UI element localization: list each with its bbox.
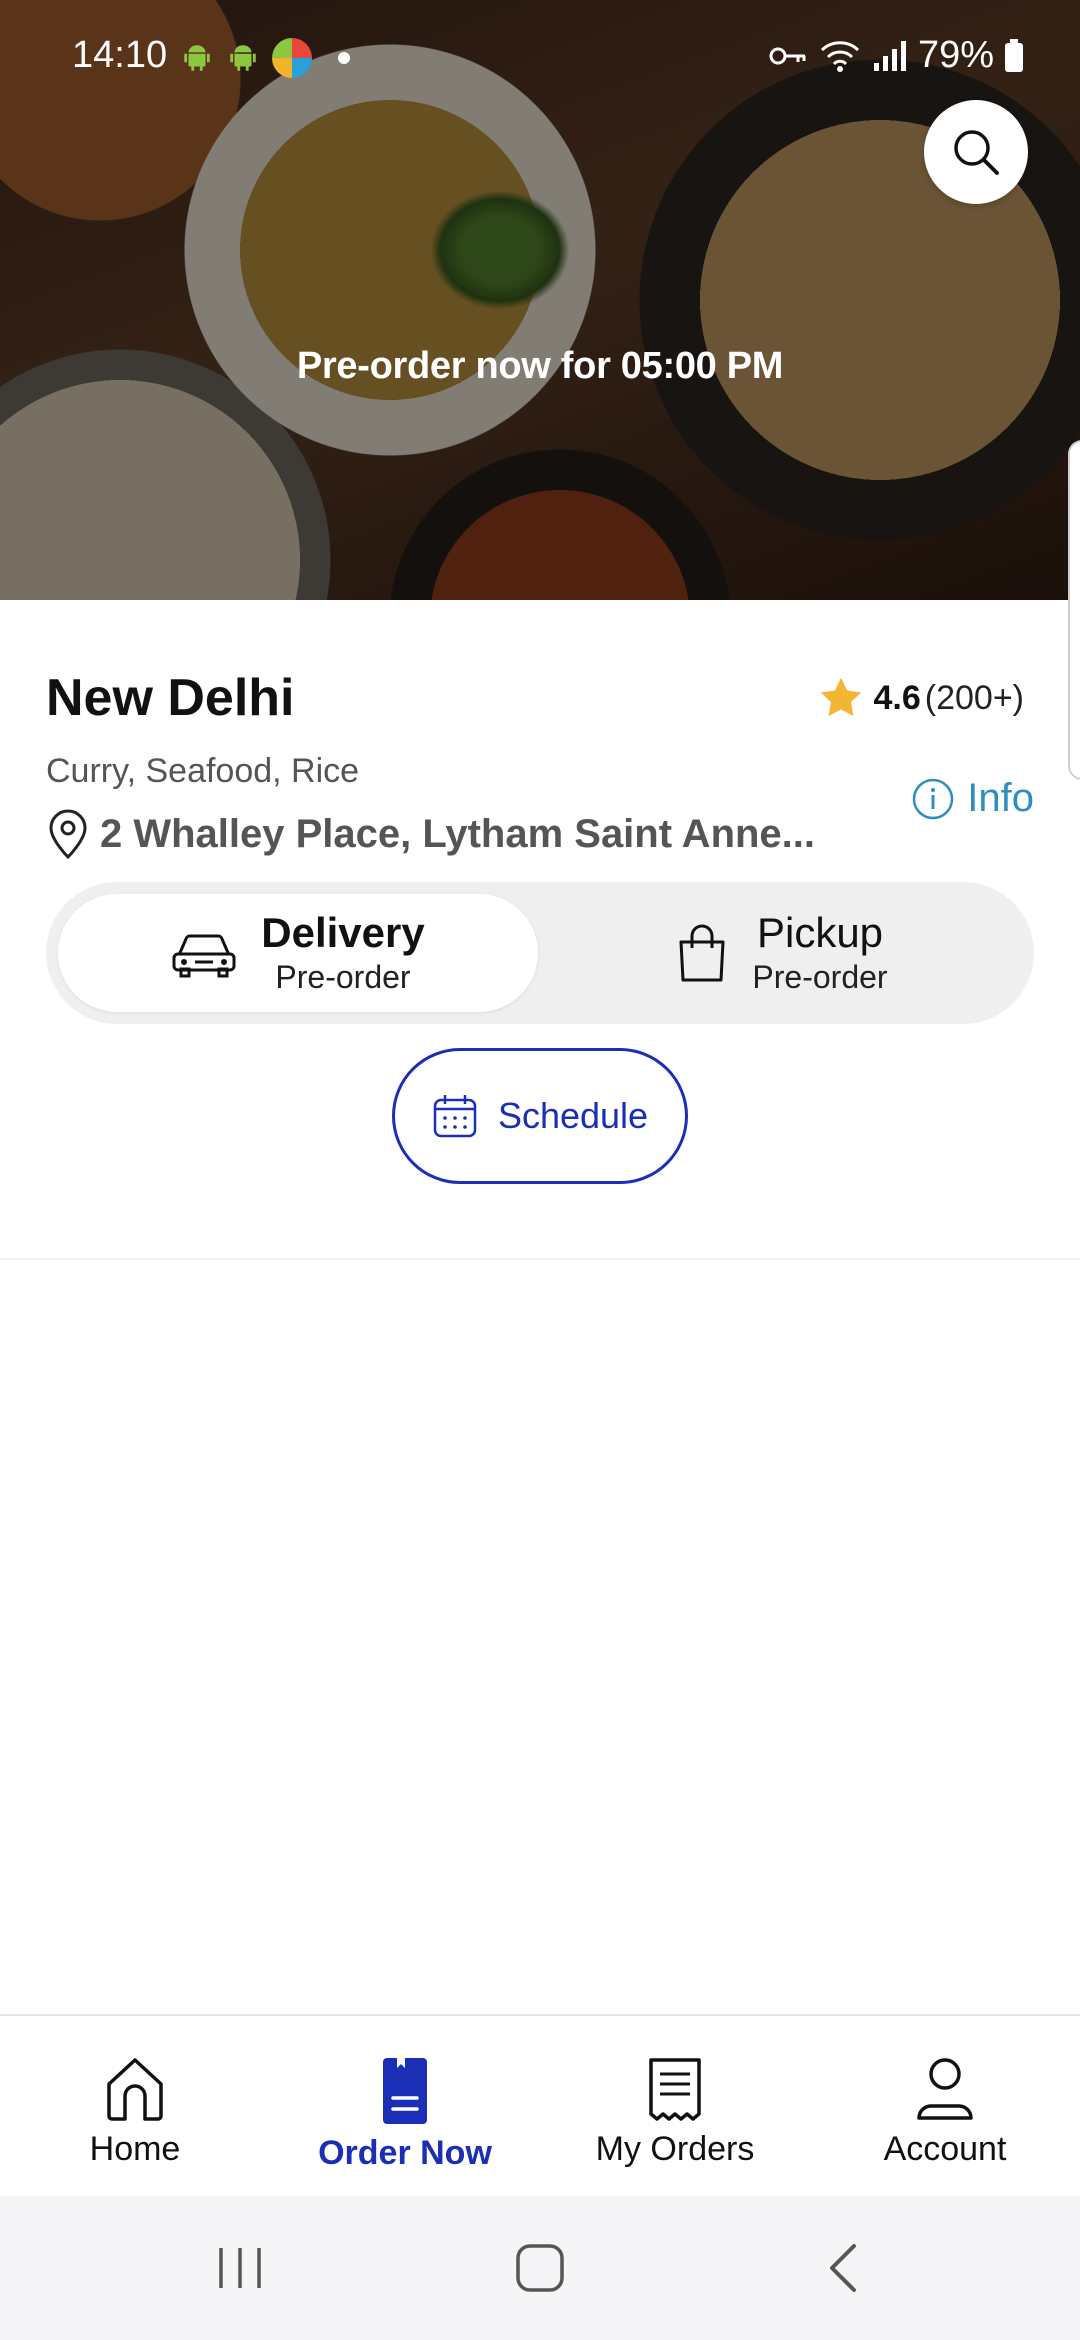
back-chevron-icon xyxy=(830,2244,856,2292)
notification-icons xyxy=(180,38,350,78)
nav-order-now-label: Order Now xyxy=(318,2134,492,2172)
nav-order-now[interactable]: Order Now xyxy=(270,2056,540,2173)
delivery-label: Delivery xyxy=(261,909,425,956)
restaurant-address: 2 Whalley Place, Lytham Saint Anne... xyxy=(46,808,815,860)
pickup-option[interactable]: Pickup Pre-order xyxy=(542,894,1022,1012)
restaurant-rating: 4.6 (200+) xyxy=(818,676,1024,720)
preorder-banner-text: Pre-order now for 05:00 PM xyxy=(296,345,784,387)
info-button[interactable]: Info xyxy=(911,776,1034,821)
bag-icon xyxy=(679,924,725,982)
order-icon xyxy=(383,2058,427,2124)
status-time: 14:10 xyxy=(72,34,168,76)
scroll-handle[interactable] xyxy=(1068,440,1080,780)
pickup-label: Pickup xyxy=(756,909,884,956)
home-icon xyxy=(107,2058,163,2121)
home-square-icon xyxy=(516,2244,564,2292)
search-button[interactable] xyxy=(924,100,1028,204)
recent-apps-icon xyxy=(219,2248,261,2288)
star-icon xyxy=(820,677,861,716)
restaurant-name: New Delhi xyxy=(46,669,295,727)
android-icon xyxy=(230,45,256,71)
status-bar: 14:10 79% xyxy=(0,0,1080,110)
calendar-icon xyxy=(433,1095,477,1138)
rating-value: 4.6 xyxy=(873,678,921,717)
delivery-sublabel: Pre-order xyxy=(275,959,411,995)
app-notification-icon xyxy=(272,38,312,78)
section-divider xyxy=(0,1258,1080,1260)
system-status-icons: 79% xyxy=(768,34,1024,77)
search-icon xyxy=(954,130,999,175)
nav-account-label: Account xyxy=(883,2130,1007,2168)
signal-icon xyxy=(873,40,906,71)
back-button[interactable] xyxy=(814,2236,874,2300)
bottom-navigation: Home Order Now My Orders Account xyxy=(0,2014,1080,2196)
android-icon xyxy=(184,45,210,71)
person-icon xyxy=(917,2058,973,2120)
schedule-button[interactable]: Schedule xyxy=(392,1048,688,1184)
battery-percent: 79% xyxy=(917,34,994,76)
nav-home-label: Home xyxy=(89,2130,181,2168)
schedule-label: Schedule xyxy=(497,1095,649,1136)
info-icon xyxy=(913,778,954,819)
battery-icon xyxy=(1005,38,1023,72)
address-text: 2 Whalley Place, Lytham Saint Anne... xyxy=(100,811,816,856)
recent-apps-button[interactable] xyxy=(210,2236,270,2300)
system-navigation-bar xyxy=(0,2196,1080,2340)
vpn-key-icon xyxy=(769,47,806,64)
nav-my-orders[interactable]: My Orders xyxy=(540,2056,810,2169)
delivery-option[interactable]: Delivery Pre-order xyxy=(58,894,538,1012)
nav-account[interactable]: Account xyxy=(810,2056,1080,2169)
pickup-sublabel: Pre-order xyxy=(752,959,888,995)
rating-count: (200+) xyxy=(924,678,1024,717)
nav-home[interactable]: Home xyxy=(0,2056,270,2169)
nav-my-orders-label: My Orders xyxy=(595,2130,755,2168)
location-pin-icon xyxy=(49,809,87,860)
cuisine-tags: Curry, Seafood, Rice xyxy=(46,752,360,790)
more-notifications-dot xyxy=(338,52,350,64)
receipt-icon xyxy=(649,2058,701,2121)
wifi-icon xyxy=(820,40,859,72)
order-mode-toggle: Delivery Pre-order Pickup Pre-order xyxy=(46,882,1034,1024)
home-system-button[interactable] xyxy=(510,2236,570,2300)
info-label: Info xyxy=(967,776,1034,820)
car-icon xyxy=(172,934,236,978)
